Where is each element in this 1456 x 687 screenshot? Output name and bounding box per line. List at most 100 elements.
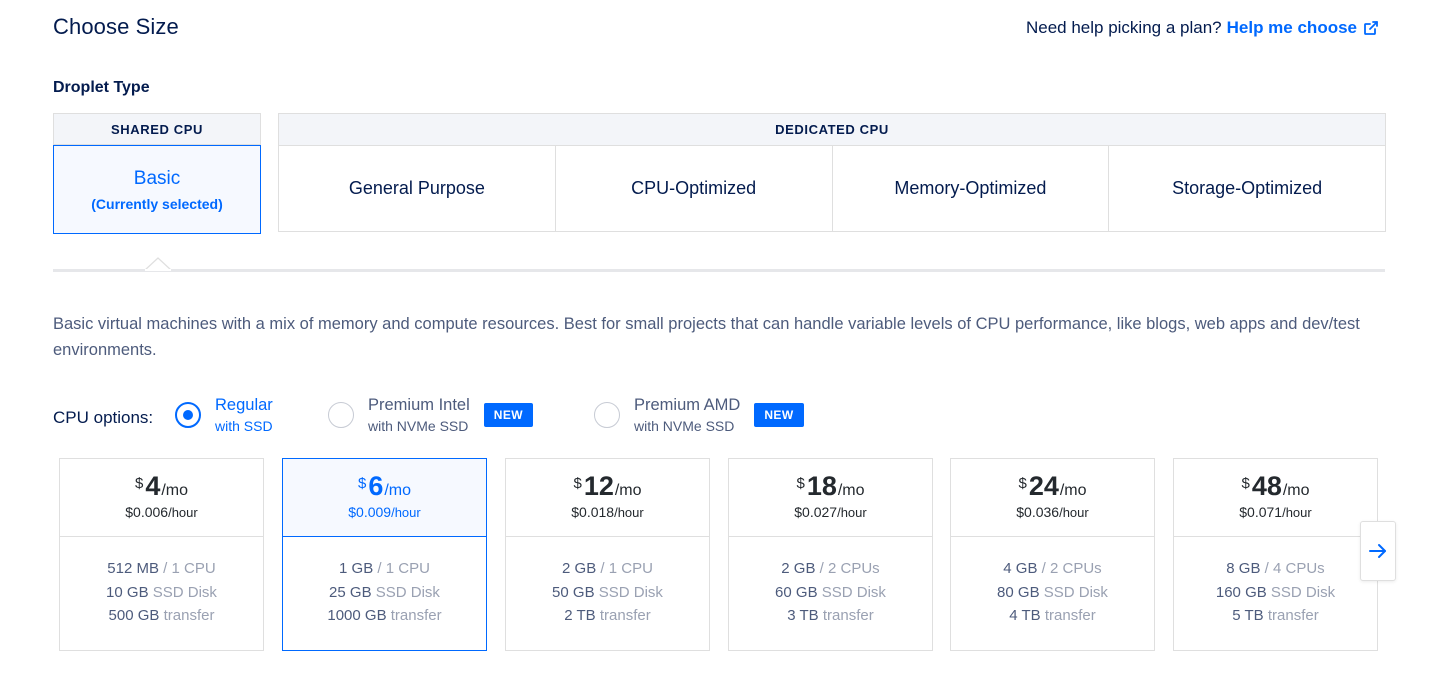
radio-selected-icon[interactable] — [175, 401, 201, 428]
spec-memory: 1 GB — [339, 560, 374, 577]
spec-memory: 2 GB — [562, 560, 597, 577]
cpu-option-premium-intel[interactable]: Premium Intel with NVMe SSD NEW — [328, 397, 533, 433]
memory-optimized-option[interactable]: Memory-Optimized — [833, 146, 1110, 231]
price-currency: $ — [1018, 475, 1027, 492]
spec-memory: 512 MB — [107, 560, 159, 577]
droplet-type-label: Droplet Type — [53, 79, 150, 96]
spec-transfer-label: transfer — [599, 607, 651, 624]
hourly-unit: /hour — [1059, 505, 1089, 520]
shared-cpu-header: SHARED CPU — [53, 113, 261, 145]
plan-card[interactable]: $12/mo $0.018/hour 2 GB / 1 CPU 50 GB SS… — [505, 458, 710, 651]
spec-disk-type: SSD Disk — [152, 583, 217, 601]
help-link-label: Help me choose — [1226, 18, 1357, 37]
hourly-unit: /hour — [391, 505, 421, 520]
spec-memory: 4 GB — [1003, 560, 1038, 577]
plan-cards: $4/mo $0.006/hour 512 MB / 1 CPU 10 GB S… — [59, 458, 1379, 651]
price-period: /mo — [1059, 482, 1087, 499]
spec-memory: 2 GB — [781, 560, 816, 577]
spec-cpu: 2 CPUs — [1050, 560, 1102, 577]
spec-disk: 25 GB — [329, 583, 372, 601]
general-purpose-option[interactable]: General Purpose — [279, 146, 556, 231]
plan-card[interactable]: $18/mo $0.027/hour 2 GB / 2 CPUs 60 GB S… — [728, 458, 933, 651]
cpu-options-label: CPU options: — [53, 408, 154, 427]
spec-transfer-label: transfer — [1267, 607, 1319, 624]
spec-disk-type: SSD Disk — [598, 583, 663, 601]
plan-card[interactable]: $48/mo $0.071/hour 8 GB / 4 CPUs 160 GB … — [1173, 458, 1378, 651]
price-amount: 48 — [1251, 471, 1282, 501]
spec-disk: 80 GB — [997, 583, 1040, 601]
cpu-optimized-option[interactable]: CPU-Optimized — [556, 146, 833, 231]
basic-type-status: (Currently selected) — [91, 195, 223, 212]
new-badge: NEW — [483, 402, 533, 427]
price-period: /mo — [161, 482, 189, 499]
basic-type-option[interactable]: Basic (Currently selected) — [53, 145, 261, 234]
spec-transfer-label: transfer — [390, 607, 442, 624]
help-me-choose-link[interactable]: Help me choose — [1227, 18, 1379, 38]
spec-disk: 160 GB — [1215, 583, 1267, 601]
price-period: /mo — [1282, 482, 1310, 499]
spec-disk-type: SSD Disk — [821, 583, 886, 601]
hourly-price: $0.071 — [1239, 504, 1283, 520]
price-amount: 12 — [583, 471, 614, 501]
plan-description: Basic virtual machines with a mix of mem… — [53, 315, 1360, 359]
spec-transfer: 1000 GB — [327, 607, 387, 624]
plan-card[interactable]: $24/mo $0.036/hour 4 GB / 2 CPUs 80 GB S… — [950, 458, 1155, 651]
basic-type-label: Basic — [133, 167, 181, 189]
spec-transfer: 4 TB — [1009, 607, 1041, 624]
price-period: /mo — [384, 482, 412, 499]
spec-disk: 50 GB — [552, 583, 595, 601]
dedicated-cpu-group: DEDICATED CPU General Purpose CPU-Optimi… — [278, 113, 1386, 232]
price-currency: $ — [573, 475, 582, 492]
plan-card-selected[interactable]: $6/mo $0.009/hour 1 GB / 1 CPU 25 GB SSD… — [282, 458, 487, 651]
spec-disk-type: SSD Disk — [1270, 583, 1336, 601]
external-link-icon — [1364, 21, 1378, 35]
hourly-price: $0.027 — [794, 504, 838, 520]
hourly-price: $0.018 — [571, 504, 615, 520]
spec-transfer: 5 TB — [1232, 607, 1264, 624]
plan-card[interactable]: $4/mo $0.006/hour 512 MB / 1 CPU 10 GB S… — [59, 458, 264, 651]
cpu-option-regular[interactable]: Regular with SSD — [175, 397, 273, 433]
help-section: Need help picking a plan? Help me choose — [1026, 18, 1379, 38]
radio-unselected-icon[interactable] — [594, 401, 620, 428]
storage-optimized-option[interactable]: Storage-Optimized — [1109, 146, 1385, 231]
price-amount: 24 — [1028, 471, 1059, 501]
next-plans-button[interactable] — [1360, 521, 1396, 581]
price-currency: $ — [796, 475, 805, 492]
spec-cpu: 1 CPU — [608, 560, 653, 577]
spec-disk-type: SSD Disk — [375, 583, 440, 601]
help-prompt: Need help picking a plan? — [1025, 18, 1222, 37]
hourly-unit: /hour — [1282, 505, 1312, 520]
page-title: Choose Size — [53, 14, 179, 39]
price-amount: 6 — [368, 471, 384, 501]
radio-unselected-icon[interactable] — [328, 401, 354, 428]
cpu-option-name: Premium AMD — [634, 396, 741, 414]
spec-cpu: 2 CPUs — [828, 560, 880, 577]
arrow-right-icon — [1369, 544, 1386, 558]
price-amount: 4 — [145, 471, 161, 501]
cpu-option-sub: with NVMe SSD — [368, 417, 469, 434]
cpu-option-sub: with SSD — [215, 417, 273, 434]
spec-memory: 8 GB — [1226, 560, 1261, 577]
dedicated-cpu-header: DEDICATED CPU — [279, 114, 1385, 146]
price-currency: $ — [134, 475, 144, 492]
shared-cpu-group: SHARED CPU Basic (Currently selected) — [53, 113, 261, 234]
cpu-option-sub: with NVMe SSD — [634, 417, 735, 434]
price-currency: $ — [357, 475, 367, 492]
price-period: /mo — [614, 482, 642, 499]
spec-disk: 60 GB — [775, 583, 818, 601]
spec-cpu: 4 CPUs — [1273, 560, 1325, 577]
hourly-unit: /hour — [837, 505, 867, 520]
price-amount: 18 — [806, 471, 837, 501]
cpu-option-premium-amd[interactable]: Premium AMD with NVMe SSD NEW — [594, 397, 804, 433]
cpu-option-name: Regular — [215, 396, 273, 414]
hourly-price: $0.009 — [348, 504, 392, 520]
hourly-price: $0.036 — [1016, 504, 1060, 520]
spec-transfer: 500 GB — [108, 607, 160, 624]
spec-transfer-label: transfer — [822, 607, 874, 624]
spec-cpu: 1 CPU — [171, 560, 216, 577]
spec-transfer-label: transfer — [163, 607, 215, 624]
spec-transfer-label: transfer — [1044, 607, 1096, 624]
hourly-unit: /hour — [614, 505, 644, 520]
new-badge: NEW — [754, 402, 804, 427]
spec-transfer: 3 TB — [787, 607, 819, 624]
